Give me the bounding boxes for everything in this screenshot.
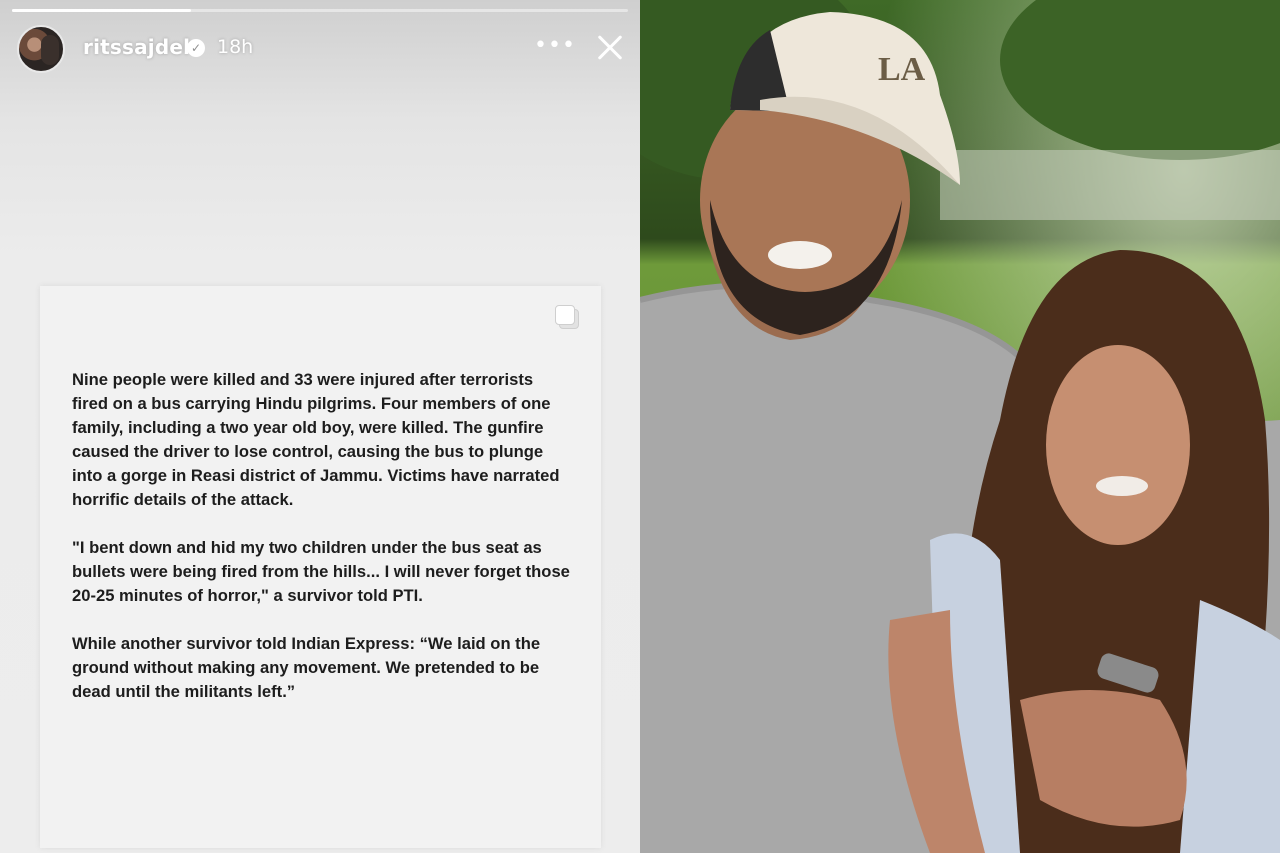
story-panel: ritssajdeh ✓ 18h ••• Nine people were ki…	[0, 0, 640, 853]
story-progress-fill	[12, 9, 191, 12]
photo-illustration: LA	[640, 0, 1280, 853]
story-header: ritssajdeh ✓ 18h •••	[0, 22, 640, 76]
verified-badge-icon: ✓	[187, 39, 205, 57]
paragraph-2: "I bent down and hid my two children und…	[72, 538, 570, 605]
story-timestamp: 18h	[217, 36, 254, 58]
username[interactable]: ritssajdeh	[83, 35, 198, 59]
avatar[interactable]	[17, 25, 65, 73]
paragraph-1: Nine people were killed and 33 were inju…	[72, 370, 560, 509]
paragraph-3: While another survivor told Indian Expre…	[72, 634, 541, 701]
cap-logo: LA	[878, 51, 926, 88]
copy-icon[interactable]	[555, 305, 579, 329]
more-options-button[interactable]: •••	[534, 34, 575, 62]
close-icon[interactable]	[590, 28, 630, 68]
couple-photo: LA	[640, 0, 1280, 853]
card-text: Nine people were killed and 33 were inju…	[72, 368, 572, 728]
text-card: Nine people were killed and 33 were inju…	[40, 286, 601, 848]
story-progress-bar	[12, 9, 628, 12]
